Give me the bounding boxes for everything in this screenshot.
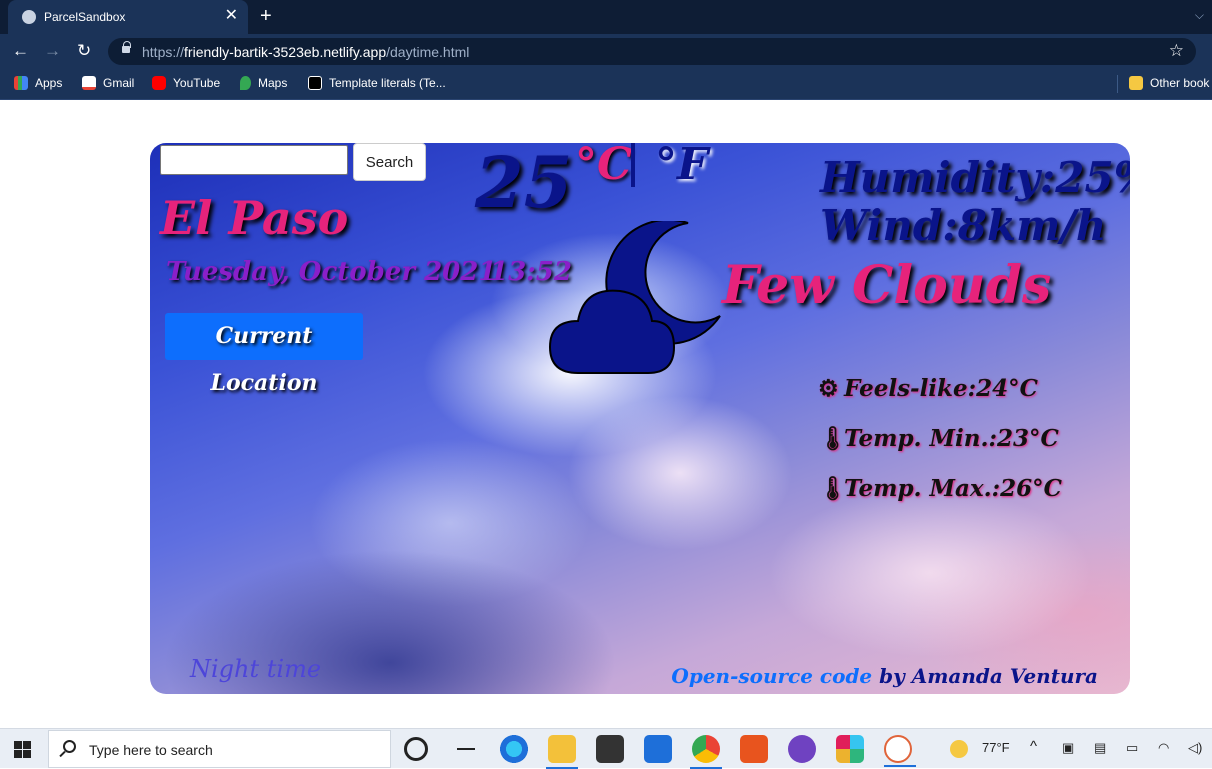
- windows-start-icon[interactable]: [14, 741, 31, 758]
- open-source-link[interactable]: Open-source code: [671, 664, 872, 688]
- forward-icon[interactable]: →: [44, 41, 61, 61]
- city-name: El Paso: [160, 191, 349, 245]
- bookmark-other[interactable]: Other book: [1129, 76, 1209, 90]
- address-bar[interactable]: https://friendly-bartik-3523eb.netlify.a…: [108, 38, 1196, 65]
- tab-search-icon[interactable]: ⌵: [1195, 8, 1204, 23]
- celsius-link[interactable]: °C: [575, 143, 632, 190]
- close-tab-icon[interactable]: ✕: [225, 7, 238, 25]
- show-hidden-icons-icon[interactable]: ^: [1030, 738, 1037, 755]
- wind-value: Wind:8km/h: [820, 201, 1107, 250]
- unit-divider: [631, 143, 635, 187]
- fahrenheit-link[interactable]: °F: [655, 143, 708, 190]
- maps-pin-icon: [240, 76, 251, 90]
- page-content: Search 25 °C °F El Paso Tuesday, October…: [0, 101, 1212, 728]
- browser-titlebar: ParcelSandbox ✕ + ⌵: [0, 0, 1212, 34]
- tab-title: ParcelSandbox: [44, 10, 126, 24]
- humidity-value: Humidity:25%: [820, 153, 1130, 202]
- screen-icon[interactable]: ▤: [1094, 740, 1106, 756]
- gmail-icon: [82, 76, 96, 90]
- store-icon[interactable]: [596, 735, 624, 763]
- current-date: Tuesday, October 2021: [166, 257, 497, 287]
- weather-condition: Few Clouds: [722, 255, 1052, 316]
- browser-tab[interactable]: ParcelSandbox ✕: [8, 0, 248, 34]
- slack-icon[interactable]: [836, 735, 864, 763]
- github-desktop-icon[interactable]: [788, 735, 816, 763]
- taskbar-weather-temp[interactable]: 77°F: [982, 740, 1010, 755]
- city-search-input[interactable]: [160, 145, 348, 175]
- bookmark-youtube[interactable]: YouTube: [152, 76, 220, 90]
- bookmark-template-literals[interactable]: Template literals (Te...: [308, 76, 446, 90]
- back-icon[interactable]: ←: [12, 41, 29, 61]
- weather-sun-icon[interactable]: [950, 740, 968, 758]
- taskbar-search-placeholder: Type here to search: [89, 742, 213, 758]
- temp-min-value: Temp. Min.:23°C: [844, 425, 1059, 452]
- thermometer-icon: 🌡: [818, 425, 848, 452]
- windows-taskbar: Type here to search 77°F ^ ▣ ▤ ▭ ◠ ◁): [0, 728, 1212, 769]
- youtube-icon: [152, 76, 166, 90]
- edge-icon[interactable]: [500, 735, 528, 763]
- chrome-icon[interactable]: [690, 735, 722, 769]
- moon-cloud-icon: [548, 221, 721, 374]
- thermometer-icon: 🌡: [818, 475, 848, 502]
- folder-icon: [1129, 76, 1143, 90]
- credit-line: Open-source code by Amanda Ventura: [671, 664, 1098, 688]
- feels-like-row: ⚙ Feels-like:24°C: [818, 375, 1038, 402]
- search-button[interactable]: Search: [353, 143, 426, 181]
- mode-label: Night time: [190, 655, 322, 683]
- temp-min-row: 🌡Temp. Min.:23°C: [818, 425, 1059, 452]
- apps-grid-icon: [14, 76, 28, 90]
- temp-max-value: Temp. Max.:26°C: [844, 475, 1062, 502]
- temp-max-row: 🌡Temp. Max.:26°C: [818, 475, 1062, 502]
- task-view-icon[interactable]: [452, 735, 480, 763]
- bookmark-apps[interactable]: Apps: [14, 76, 62, 90]
- bookmark-star-icon[interactable]: ☆: [1169, 41, 1184, 61]
- meet-now-icon[interactable]: ▣: [1062, 740, 1074, 756]
- file-explorer-icon[interactable]: [546, 735, 578, 769]
- bookmarks-divider: [1117, 75, 1118, 93]
- reload-icon[interactable]: ↻: [77, 41, 91, 61]
- bookmarks-bar: Apps Gmail YouTube Maps Template literal…: [0, 69, 1212, 100]
- bookmark-gmail[interactable]: Gmail: [82, 76, 134, 90]
- globe-icon: [22, 10, 36, 24]
- credit-author: by Amanda Ventura: [872, 664, 1098, 688]
- browser-toolbar: ← → ↻ https://friendly-bartik-3523eb.net…: [0, 34, 1212, 69]
- cortana-icon[interactable]: [404, 737, 428, 761]
- paint-icon[interactable]: [884, 735, 916, 767]
- search-icon: [63, 740, 76, 753]
- current-location-button[interactable]: Current Location: [165, 313, 363, 396]
- mail-icon[interactable]: [644, 735, 672, 763]
- weather-card: Search 25 °C °F El Paso Tuesday, October…: [150, 143, 1130, 694]
- temperature-value: 25: [475, 143, 573, 224]
- lock-icon: [122, 41, 131, 53]
- gear-icon: ⚙: [818, 375, 839, 402]
- new-tab-button[interactable]: +: [260, 5, 272, 27]
- feels-like-value: Feels-like:24°C: [844, 375, 1038, 402]
- bookmark-maps[interactable]: Maps: [240, 76, 287, 90]
- mdn-icon: [308, 76, 322, 90]
- taskbar-search-box[interactable]: Type here to search: [48, 730, 391, 768]
- battery-icon[interactable]: ▭: [1126, 740, 1138, 756]
- wifi-icon[interactable]: ◠: [1158, 740, 1169, 756]
- url-text[interactable]: https://friendly-bartik-3523eb.netlify.a…: [142, 44, 469, 60]
- volume-icon[interactable]: ◁): [1188, 740, 1202, 756]
- office-icon[interactable]: [740, 735, 768, 763]
